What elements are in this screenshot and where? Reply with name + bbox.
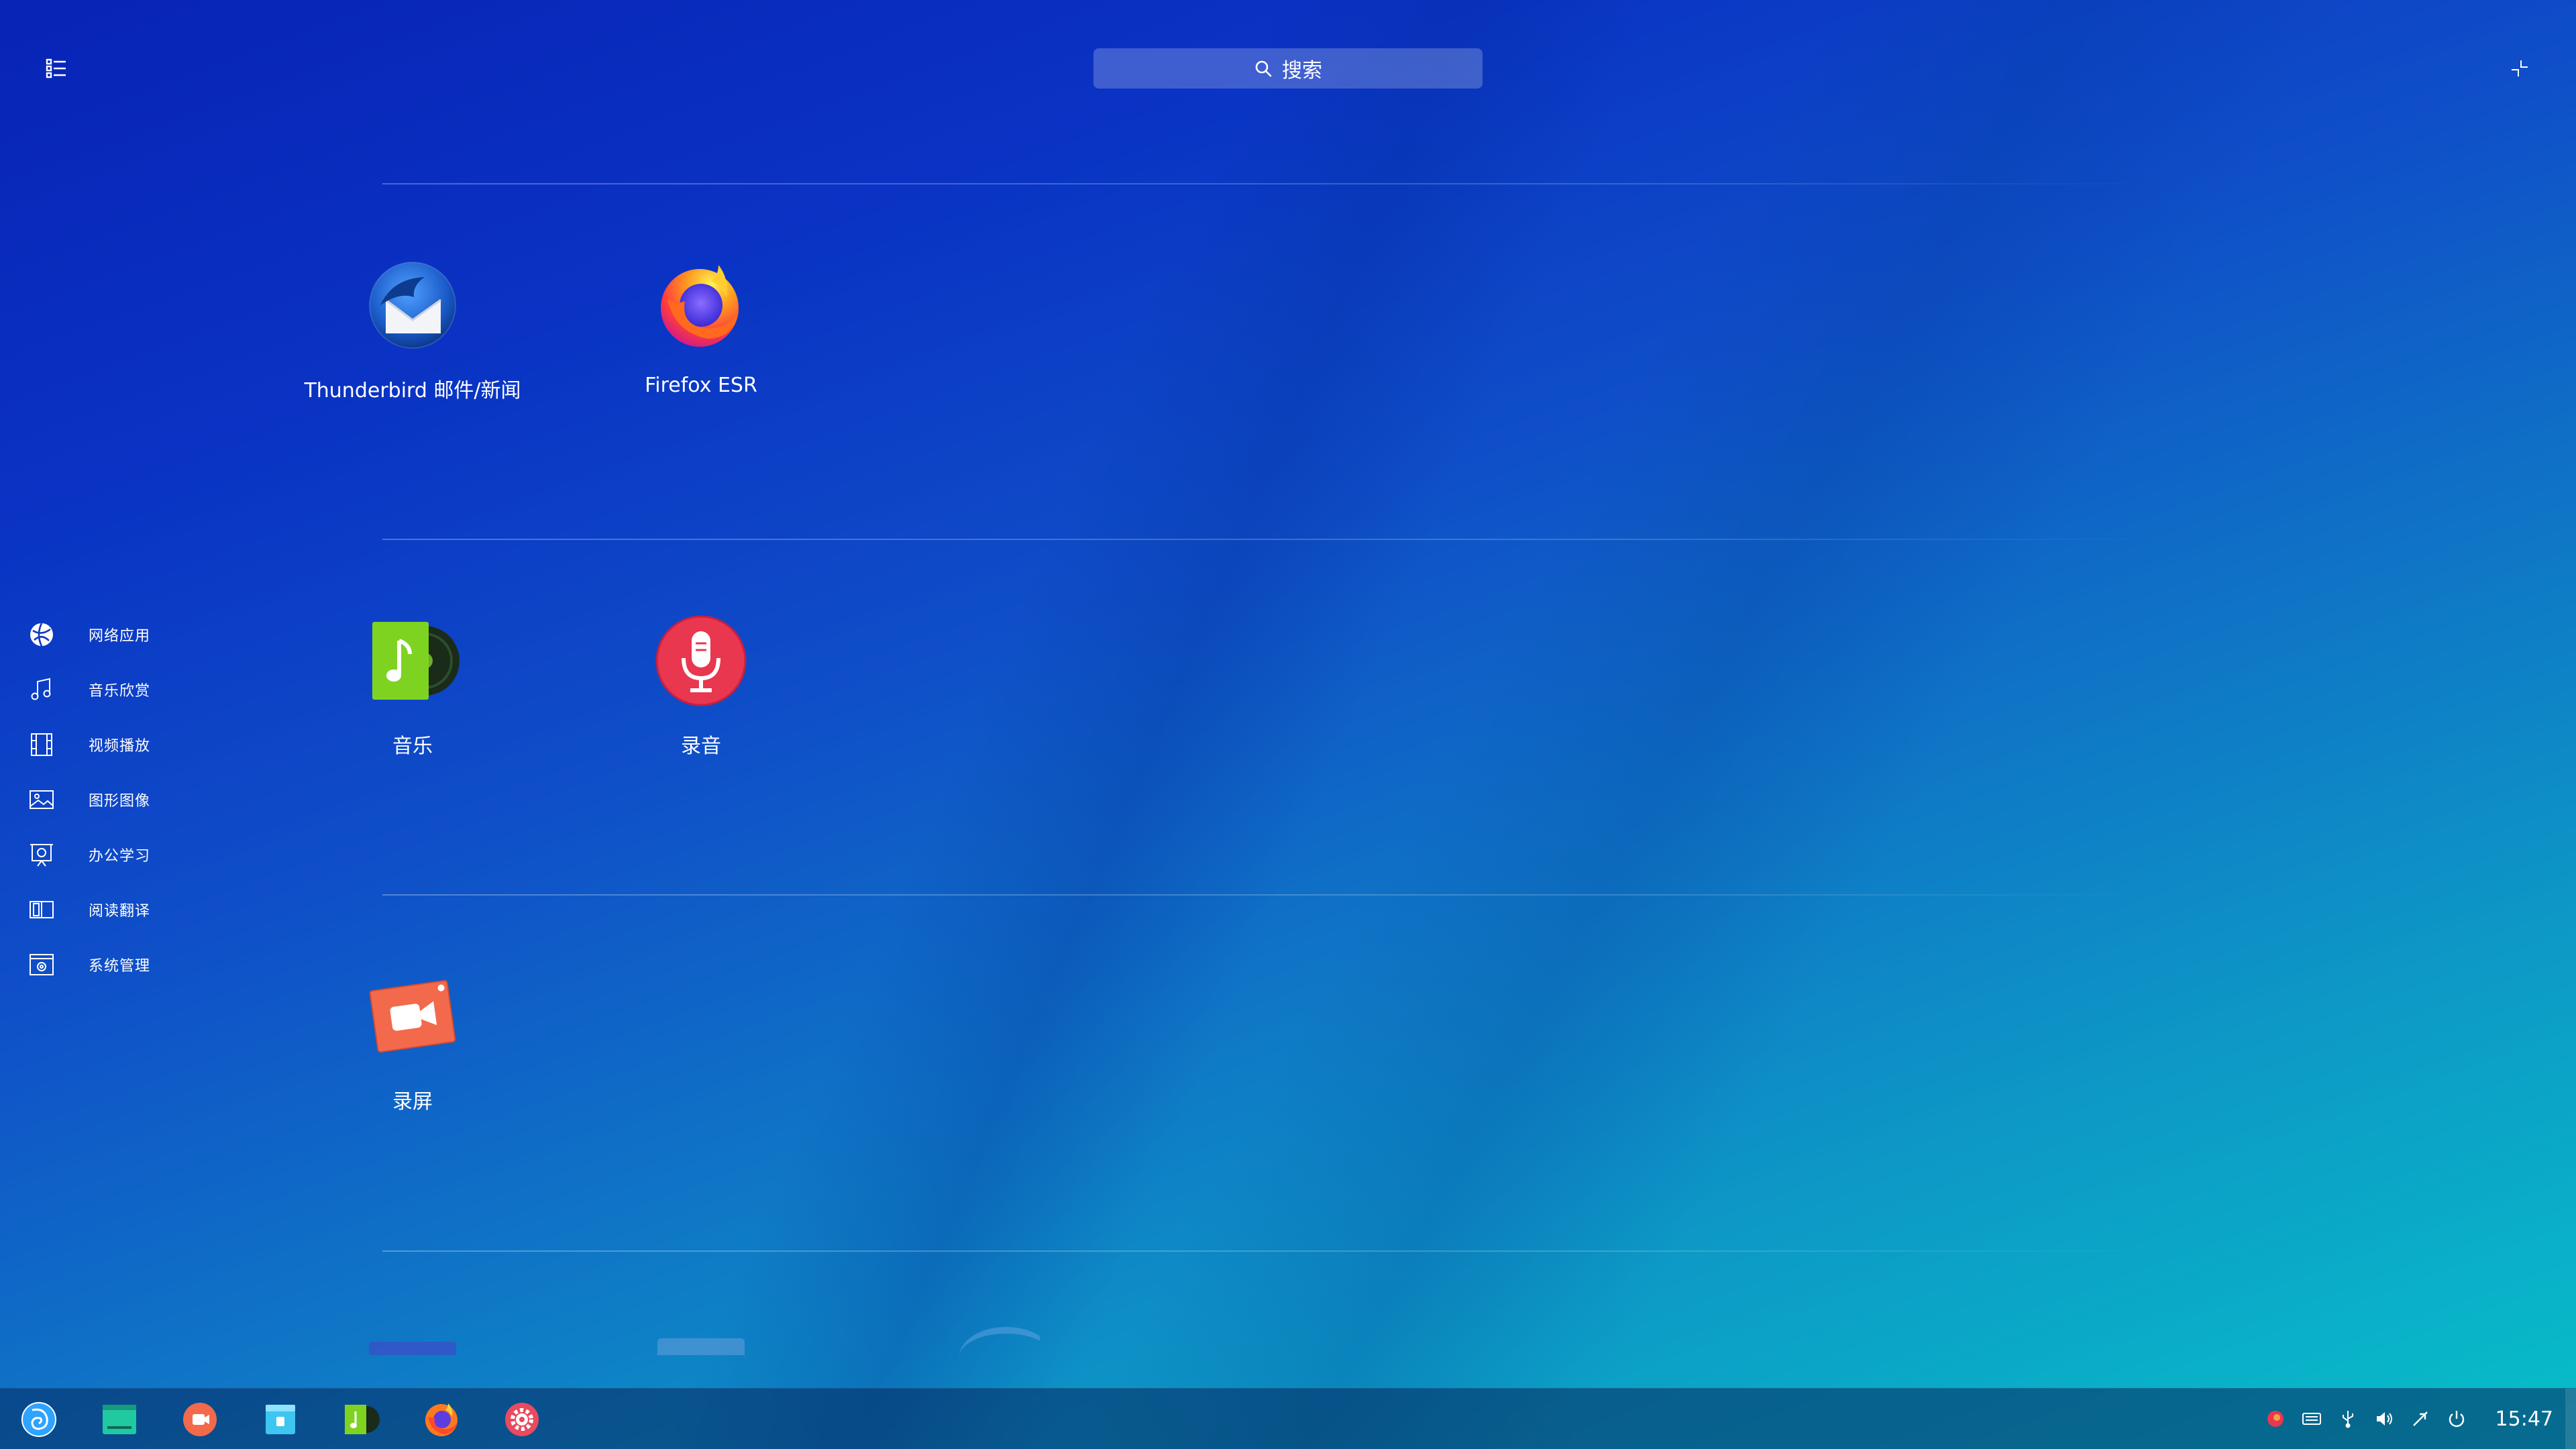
app-label: 录屏 (392, 1090, 433, 1114)
usb-icon[interactable] (2337, 1408, 2359, 1430)
app-label: 录音 (681, 735, 721, 758)
app-label: Firefox ESR (645, 374, 757, 397)
system-icon (24, 947, 59, 982)
list-view-icon (46, 58, 66, 78)
film-icon (24, 727, 59, 762)
app-firefox[interactable]: Firefox ESR (567, 258, 835, 397)
list-view-button[interactable] (36, 48, 76, 89)
thunderbird-icon (369, 262, 456, 349)
category-music[interactable]: 音乐欣赏 (24, 662, 150, 717)
app-label: Thunderbird 邮件/新闻 (304, 379, 521, 402)
section-divider (382, 539, 2160, 540)
settings-icon[interactable] (503, 1401, 541, 1438)
partial-app-icon (369, 1328, 456, 1355)
app-music[interactable]: 音乐 (278, 614, 547, 759)
category-reading[interactable]: 阅读翻译 (24, 882, 150, 937)
category-label: 阅读翻译 (89, 903, 151, 920)
category-sidebar: 网络应用 音乐欣赏 视频播放 图形图像 办公学习 阅读翻译 系统管理 (24, 607, 150, 992)
screen-recorder-icon (369, 979, 456, 1053)
partial-app-icon (953, 1322, 1040, 1355)
launcher-icon[interactable] (20, 1401, 58, 1438)
file-manager-icon[interactable] (262, 1401, 299, 1438)
image-icon (24, 782, 59, 817)
music-icon (372, 622, 460, 700)
tray-app-icon[interactable] (2265, 1408, 2286, 1430)
search-input[interactable]: 搜索 (1093, 48, 1483, 89)
category-video[interactable]: 视频播放 (24, 717, 150, 772)
category-label: 音乐欣赏 (89, 683, 151, 700)
app-label: 音乐 (392, 735, 433, 758)
system-tray: 15:47 (2265, 1389, 2553, 1449)
app-thunderbird[interactable]: Thunderbird 邮件/新闻 (278, 258, 547, 403)
taskbar: 15:47 (0, 1388, 2576, 1449)
book-icon (24, 892, 59, 927)
category-system[interactable]: 系统管理 (24, 937, 150, 992)
search-icon (1255, 60, 1272, 77)
app-screen-recorder[interactable]: 录屏 (278, 969, 547, 1114)
firefox-icon[interactable] (423, 1401, 460, 1438)
category-graphics[interactable]: 图形图像 (24, 772, 150, 827)
partial-app-icon (657, 1332, 745, 1355)
firefox-icon (661, 265, 739, 347)
search-placeholder: 搜索 (1282, 59, 1322, 83)
section-divider (382, 894, 2160, 896)
screen-recorder-icon[interactable] (181, 1401, 219, 1438)
section-divider (382, 183, 2160, 184)
network-icon[interactable] (2410, 1408, 2431, 1430)
globe-icon (24, 617, 59, 652)
category-office[interactable]: 办公学习 (24, 827, 150, 882)
category-label: 网络应用 (89, 628, 151, 645)
category-label: 视频播放 (89, 738, 151, 755)
clock[interactable]: 15:47 (2496, 1407, 2553, 1431)
category-label: 办公学习 (89, 848, 151, 865)
show-desktop-button[interactable] (2565, 1389, 2576, 1449)
category-network[interactable]: 网络应用 (24, 607, 150, 662)
music-note-icon (24, 672, 59, 707)
collapse-icon (2512, 60, 2528, 76)
category-label: 系统管理 (89, 958, 151, 975)
exit-fullscreen-button[interactable] (2500, 48, 2540, 89)
power-icon[interactable] (2446, 1408, 2467, 1430)
music-icon[interactable] (342, 1401, 380, 1438)
keyboard-icon[interactable] (2301, 1408, 2322, 1430)
section-divider (382, 1250, 2160, 1252)
microphone-icon (655, 615, 747, 706)
terminal-icon[interactable] (101, 1401, 138, 1438)
volume-icon[interactable] (2373, 1408, 2395, 1430)
presentation-icon (24, 837, 59, 872)
app-recorder[interactable]: 录音 (567, 614, 835, 759)
category-label: 图形图像 (89, 793, 151, 810)
